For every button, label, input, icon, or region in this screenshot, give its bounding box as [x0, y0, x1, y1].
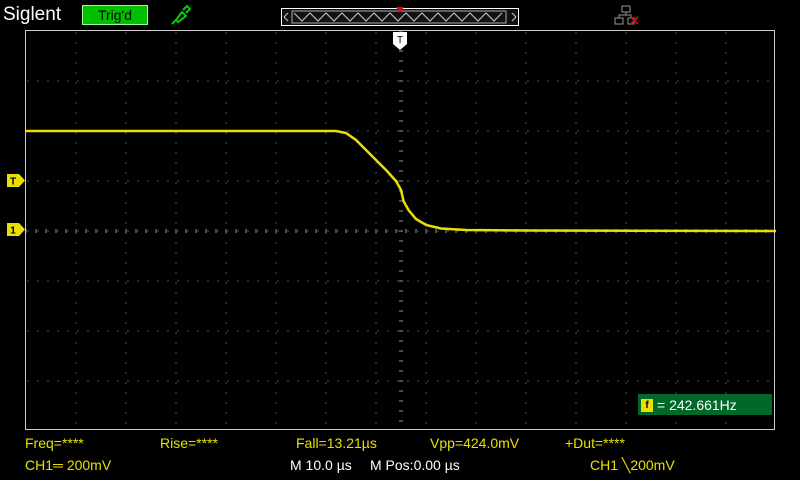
trigger-level-marker-icon[interactable]: T [7, 174, 25, 188]
ch1-scale: CH1═ 200mV [25, 457, 112, 473]
waveform-grid[interactable] [25, 30, 776, 430]
ch1-ground-marker-icon[interactable]: 1 [7, 223, 25, 237]
trig-level-label: T [10, 177, 16, 188]
memory-position: M Pos:0.00 µs [370, 457, 460, 473]
top-status-bar: Siglent Trig'd [0, 0, 800, 30]
time-marker-label: T [397, 35, 403, 46]
brand-label: Siglent [3, 4, 62, 25]
measure-freq: Freq=**** [25, 435, 84, 451]
trigger-point-indicator [396, 0, 404, 13]
measure-rise: Rise=**** [160, 435, 218, 451]
frequency-counter: f = 242.661Hz [638, 394, 772, 415]
trigger-status-badge: Trig'd [82, 5, 148, 25]
usb-disconnected-icon [614, 5, 640, 27]
trigger-position-marker-icon[interactable]: T [393, 32, 407, 50]
trigger-info: CH1 ╲200mV [590, 457, 675, 473]
measure-fall: Fall=13.21µs [296, 435, 377, 451]
measure-vpp: Vpp=424.0mV [430, 435, 520, 451]
waveform-plot [26, 31, 776, 424]
frequency-badge-icon: f [641, 398, 653, 412]
ch1-marker-label: 1 [10, 226, 16, 237]
measure-duty: +Dut=**** [565, 435, 625, 451]
timebase: M 10.0 µs [290, 457, 352, 473]
probe-icon [168, 4, 192, 26]
graticule [26, 31, 769, 424]
frequency-value: = 242.661Hz [657, 396, 737, 413]
